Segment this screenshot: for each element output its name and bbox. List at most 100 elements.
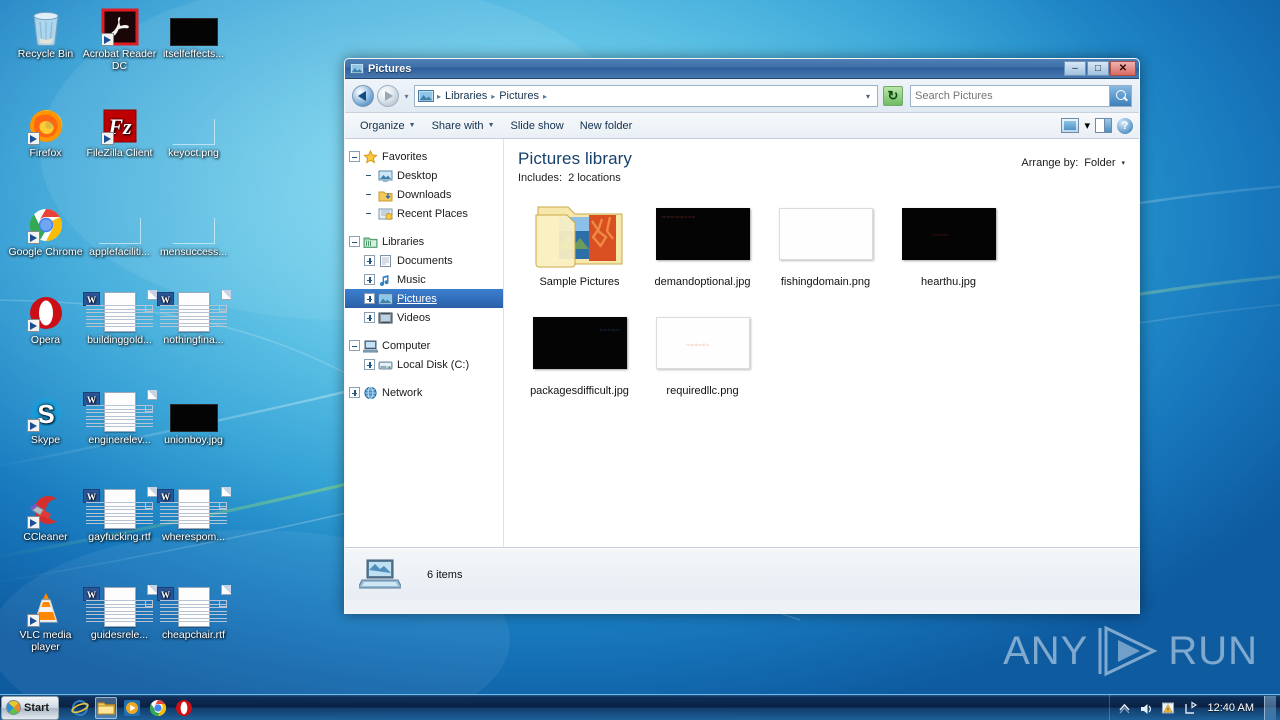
- desktop-icon[interactable]: VLC media player: [8, 585, 83, 653]
- desktop-icon[interactable]: W buildinggold...: [82, 290, 157, 347]
- desktop-icon[interactable]: unionboy.jpg: [156, 390, 231, 447]
- includes-value[interactable]: 2 locations: [568, 172, 621, 184]
- desktop-icon[interactable]: W wherespom...: [156, 487, 231, 544]
- quick-launch-bar[interactable]: [69, 696, 195, 719]
- start-button[interactable]: Start: [1, 695, 59, 720]
- expand-toggle-icon[interactable]: [349, 340, 360, 351]
- show-hidden-icons-icon[interactable]: [1117, 701, 1132, 716]
- change-view-icon[interactable]: [1061, 118, 1080, 133]
- back-button[interactable]: [352, 85, 374, 107]
- command-bar[interactable]: Organize ▼ Share with ▼ Slide show New f…: [345, 113, 1139, 139]
- expand-toggle-icon[interactable]: [349, 387, 360, 398]
- desktop-icon[interactable]: W guidesrele...: [82, 585, 157, 642]
- search-icon[interactable]: [1109, 86, 1131, 106]
- nav-item-videos[interactable]: Videos: [345, 308, 503, 327]
- taskbar-internet-explorer-icon[interactable]: [69, 697, 91, 719]
- breadcrumb-pictures[interactable]: Pictures: [496, 89, 542, 103]
- nav-item-documents[interactable]: Documents: [345, 251, 503, 270]
- desktop-icon[interactable]: S Skype: [8, 390, 83, 447]
- desktop-icon[interactable]: Opera: [8, 290, 83, 347]
- refresh-icon[interactable]: [883, 86, 903, 106]
- file-item[interactable]: packages packagesdifficult.jpg: [518, 304, 641, 397]
- nav-root-favorites[interactable]: Favorites: [345, 147, 503, 166]
- desktop-icon[interactable]: Recycle Bin: [8, 4, 83, 61]
- maximize-button[interactable]: □: [1087, 61, 1109, 76]
- desktop-icon[interactable]: Firefox: [8, 103, 83, 160]
- expand-toggle-icon[interactable]: [364, 312, 375, 323]
- nav-item-recent-places[interactable]: Recent Places: [345, 204, 503, 223]
- taskbar-opera-icon[interactable]: [173, 697, 195, 719]
- search-box[interactable]: [910, 85, 1132, 107]
- desktop-icon[interactable]: keyoct.png: [156, 103, 231, 160]
- navigation-pane[interactable]: Favorites Desktop Downloads Recent Place…: [345, 139, 504, 547]
- expand-toggle-icon[interactable]: [349, 151, 360, 162]
- taskbar[interactable]: Start 12:40 AM: [0, 694, 1280, 720]
- desktop-icon[interactable]: Google Chrome: [8, 202, 83, 259]
- desktop-icon[interactable]: W cheapchair.rtf: [156, 585, 231, 642]
- windows-explorer-window[interactable]: Pictures – □ ✕ ▾ ▸ Libraries ▸ Pictures …: [344, 58, 1140, 614]
- arrange-by-value[interactable]: Folder: [1084, 157, 1115, 169]
- taskbar-google-chrome-icon[interactable]: [147, 697, 169, 719]
- arrange-chevron-down-icon[interactable]: ▾: [1121, 159, 1125, 167]
- organize-button[interactable]: Organize ▼: [353, 116, 423, 136]
- file-list-pane[interactable]: Pictures library Includes: 2 locations A…: [504, 139, 1139, 547]
- nav-root-network[interactable]: Network: [345, 383, 503, 402]
- file-grid[interactable]: Sample Pictures demandoptional demandopti…: [518, 195, 1131, 413]
- file-item[interactable]: demandoptional demandoptional.jpg: [641, 195, 764, 288]
- file-item[interactable]: requiredllc requiredllc.png: [641, 304, 764, 397]
- nav-item-pictures[interactable]: Pictures: [345, 289, 503, 308]
- new-folder-button[interactable]: New folder: [573, 116, 640, 136]
- desktop-icon[interactable]: itselfeffects...: [156, 4, 231, 61]
- recent-pages-chevron-down-icon[interactable]: ▾: [402, 92, 411, 101]
- desktop-icon[interactable]: mensuccess...: [156, 202, 231, 259]
- action-center-icon[interactable]: [1161, 701, 1176, 716]
- system-tray[interactable]: 12:40 AM: [1108, 695, 1280, 720]
- command-bar-right[interactable]: ▾ ?: [1061, 117, 1133, 134]
- desktop-icon[interactable]: Fz FileZilla Client: [82, 103, 157, 160]
- taskbar-media-player-icon[interactable]: [121, 697, 143, 719]
- nav-item-desktop[interactable]: Desktop: [345, 166, 503, 185]
- address-bar[interactable]: ▸ Libraries ▸ Pictures ▸ ▾: [414, 85, 878, 107]
- file-item[interactable]: fishingdomain.png: [764, 195, 887, 288]
- nav-root-computer[interactable]: Computer: [345, 336, 503, 355]
- preview-pane-icon[interactable]: [1095, 118, 1112, 133]
- breadcrumb-separator-2[interactable]: ▸: [542, 92, 548, 101]
- expand-toggle-icon[interactable]: [364, 293, 375, 304]
- network-icon[interactable]: [1183, 700, 1198, 716]
- expand-toggle-icon[interactable]: [364, 274, 375, 285]
- expand-toggle-icon[interactable]: [364, 255, 375, 266]
- nav-item-local-disk-c[interactable]: Local Disk (C:): [345, 355, 503, 374]
- forward-button[interactable]: [377, 85, 399, 107]
- desktop-icon[interactable]: W nothingfina...: [156, 290, 231, 347]
- clock[interactable]: 12:40 AM: [1205, 702, 1257, 714]
- minimize-button[interactable]: –: [1064, 61, 1086, 76]
- desktop-icon[interactable]: applefaciliti...: [82, 202, 157, 259]
- breadcrumb-libraries[interactable]: Libraries: [442, 89, 490, 103]
- file-item[interactable]: hearthu hearthu.jpg: [887, 195, 1010, 288]
- desktop-icon[interactable]: Acrobat Reader DC: [82, 4, 157, 72]
- desktop-icon-area[interactable]: Recycle Bin Acrobat Reader DC itselfeffe…: [0, 0, 240, 690]
- show-desktop-button[interactable]: [1264, 696, 1276, 720]
- arrange-by-control[interactable]: Arrange by: Folder ▾: [1021, 157, 1125, 169]
- folder-item[interactable]: Sample Pictures: [518, 195, 641, 288]
- help-icon[interactable]: ?: [1117, 117, 1133, 134]
- nav-item-downloads[interactable]: Downloads: [345, 185, 503, 204]
- documents-library-icon: [378, 254, 393, 268]
- desktop-icon[interactable]: CCleaner: [8, 487, 83, 544]
- nav-item-music[interactable]: Music: [345, 270, 503, 289]
- view-chevron-down-icon[interactable]: ▾: [1084, 119, 1090, 132]
- window-controls[interactable]: – □ ✕: [1064, 61, 1136, 76]
- search-input[interactable]: [911, 90, 1109, 102]
- slide-show-button[interactable]: Slide show: [504, 116, 571, 136]
- share-with-button[interactable]: Share with ▼: [425, 116, 502, 136]
- desktop-icon[interactable]: W enginerelev...: [82, 390, 157, 447]
- expand-toggle-icon[interactable]: [364, 359, 375, 370]
- expand-toggle-icon[interactable]: [349, 236, 360, 247]
- desktop-icon[interactable]: W gayfucking.rtf: [82, 487, 157, 544]
- address-dropdown-chevron-down-icon[interactable]: ▾: [862, 92, 874, 101]
- close-button[interactable]: ✕: [1110, 61, 1136, 76]
- volume-icon[interactable]: [1139, 701, 1154, 716]
- nav-root-libraries[interactable]: Libraries: [345, 232, 503, 251]
- taskbar-windows-explorer-icon[interactable]: [95, 696, 117, 719]
- window-titlebar[interactable]: Pictures – □ ✕: [345, 59, 1139, 79]
